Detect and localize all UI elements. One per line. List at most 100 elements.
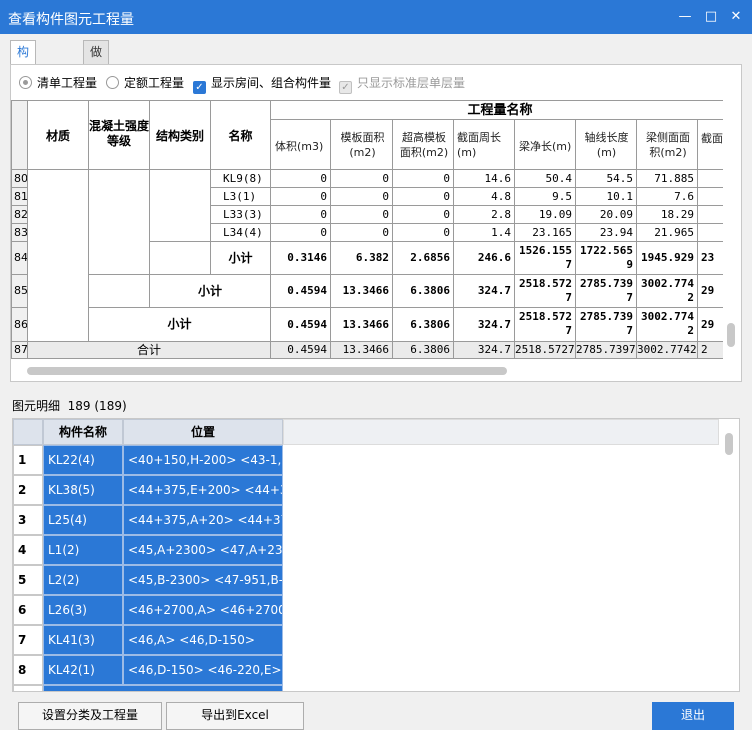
cell-axis-length: 2785.7397 xyxy=(575,307,637,342)
checkbox-checked-icon: ✓ xyxy=(193,81,206,94)
export-excel-button[interactable]: 导出到Excel xyxy=(166,702,304,730)
header-formwork: 模板面积(m2) xyxy=(330,119,393,170)
cell-formwork: 13.3466 xyxy=(330,307,393,342)
detail-header-blank xyxy=(283,419,719,445)
cell-volume: 0.4594 xyxy=(270,341,331,359)
summary-table: 材质 混凝土强度等级 结构类别 名称 工程量名称 体积(m3) 模板面积(m2)… xyxy=(11,100,723,362)
cell-super-formwork: 0 xyxy=(392,205,454,224)
detail-row-name[interactable]: L25(4) xyxy=(43,505,123,535)
cell-super-formwork: 6.3806 xyxy=(392,307,454,342)
cell-perimeter: 324.7 xyxy=(453,274,515,308)
cell-net-length: 23.165 xyxy=(514,223,576,242)
subtotal-label: 小计 xyxy=(149,274,271,308)
detail-row-partial[interactable] xyxy=(43,685,283,691)
cell-net-length: 9.5 xyxy=(514,187,576,206)
cell-net-length: 2518.5727 xyxy=(514,274,576,308)
cell-section-cut xyxy=(697,187,723,206)
cell-net-length: 2518.5727 xyxy=(514,307,576,342)
detail-row-name[interactable]: L1(2) xyxy=(43,535,123,565)
cell-formwork: 13.3466 xyxy=(330,341,393,359)
cell-side-area: 3002.7742 xyxy=(636,274,698,308)
detail-row-name[interactable]: L2(2) xyxy=(43,565,123,595)
detail-row-name[interactable]: KL22(4) xyxy=(43,445,123,475)
cell-super-formwork: 0 xyxy=(392,187,454,206)
cell-side-area: 71.885 xyxy=(636,169,698,188)
row-number: 86 xyxy=(11,307,28,342)
detail-row-number: 1 xyxy=(13,445,43,475)
tab-component-quantity[interactable]: 构件工程量 xyxy=(10,40,37,151)
cell-side-area: 3002.7742 xyxy=(636,307,698,342)
cell-perimeter: 2.8 xyxy=(453,205,515,224)
cell-super-formwork: 6.3806 xyxy=(392,341,454,359)
detail-row-position[interactable]: <44+375,E+200> <44+3... xyxy=(123,475,283,505)
cell-perimeter: 246.6 xyxy=(453,241,515,275)
cell-axis-length: 10.1 xyxy=(575,187,637,206)
detail-row-name[interactable]: KL41(3) xyxy=(43,625,123,655)
detail-vertical-scrollbar[interactable] xyxy=(725,433,733,455)
cell-section-cut xyxy=(697,205,723,224)
close-icon[interactable]: ✕ xyxy=(727,8,745,26)
cell-volume: 0 xyxy=(270,205,331,224)
detail-row-position[interactable]: <40+150,H-200> <43-1,... xyxy=(123,445,283,475)
row-name: L33(3) xyxy=(210,205,271,224)
detail-row-position[interactable]: <46,A> <46,D-150> xyxy=(123,625,283,655)
quantity-panel: 清单工程量 定额工程量 ✓ 显示房间、组合构件量 ✓ 只显示标准层单层量 材质 混凝… xyxy=(10,64,742,382)
check-std-floor[interactable]: ✓ 只显示标准层单层量 xyxy=(339,73,465,94)
radio-list-quantity[interactable]: 清单工程量 xyxy=(19,73,97,93)
cell-section-cut: 29 xyxy=(697,274,723,308)
cell-side-area: 1945.929 xyxy=(636,241,698,275)
detail-label: 图元明细 189 (189) xyxy=(12,399,127,413)
cell-side-area: 7.6 xyxy=(636,187,698,206)
detail-row-position[interactable]: <45,B-2300> <47-951,B-... xyxy=(123,565,283,595)
detail-count: 189 (189) xyxy=(67,399,127,413)
detail-row-position[interactable]: <46,D-150> <46-220,E> xyxy=(123,655,283,685)
tab-method-quantity[interactable]: 做法工程量 xyxy=(83,40,110,151)
cell-side-area: 3002.7742 xyxy=(636,341,698,359)
checkbox-disabled-icon: ✓ xyxy=(339,81,352,94)
concrete-grade-cell xyxy=(88,169,150,275)
maximize-icon[interactable]: □ xyxy=(702,8,720,26)
header-name: 名称 xyxy=(210,100,271,170)
cell-volume: 0 xyxy=(270,187,331,206)
header-net-length: 梁净长(m) xyxy=(514,119,576,170)
cell-super-formwork: 6.3806 xyxy=(392,274,454,308)
row-name: KL9(8) xyxy=(210,169,271,188)
subtotal-label: 小计 xyxy=(88,307,271,342)
detail-row-number: 2 xyxy=(13,475,43,505)
detail-row-position[interactable]: <44+375,A+20> <44+37... xyxy=(123,505,283,535)
header-perimeter: 截面周长(m) xyxy=(453,119,515,170)
vertical-scrollbar[interactable] xyxy=(727,323,735,347)
minimize-icon[interactable]: — xyxy=(676,8,694,26)
exit-button[interactable]: 退出 xyxy=(652,702,734,730)
cell-net-length: 50.4 xyxy=(514,169,576,188)
cell-section-cut xyxy=(697,169,723,188)
detail-row-name[interactable]: KL42(1) xyxy=(43,655,123,685)
settings-button[interactable]: 设置分类及工程量 xyxy=(18,702,162,730)
detail-table: 构件名称 位置 1 KL22(4) <40+150,H-200> <43-1,.… xyxy=(12,418,740,692)
row-number: 80 xyxy=(11,169,28,188)
cell-volume: 0.4594 xyxy=(270,307,331,342)
radio-quota-quantity[interactable]: 定额工程量 xyxy=(106,73,184,93)
row-number: 82 xyxy=(11,205,28,224)
cell-section-cut: 2 xyxy=(697,341,723,359)
title-bar: 查看构件图元工程量 — □ ✕ xyxy=(0,0,752,34)
check-show-rooms[interactable]: ✓ 显示房间、组合构件量 xyxy=(193,73,331,94)
cell-formwork: 0 xyxy=(330,187,393,206)
struct-type-cell xyxy=(149,169,211,242)
horizontal-scrollbar[interactable] xyxy=(27,367,507,375)
detail-header-name: 构件名称 xyxy=(43,419,123,445)
detail-row-position[interactable]: <46+2700,A> <46+2700... xyxy=(123,595,283,625)
header-material: 材质 xyxy=(27,100,89,170)
cell-super-formwork: 0 xyxy=(392,223,454,242)
detail-row-name[interactable]: KL38(5) xyxy=(43,475,123,505)
cell-formwork: 0 xyxy=(330,205,393,224)
cell-net-length: 1526.155 7 xyxy=(514,241,576,275)
detail-row-name[interactable]: L26(3) xyxy=(43,595,123,625)
cell-axis-length: 1722.565 9 xyxy=(575,241,637,275)
detail-row-position[interactable]: <45,A+2300> <47,A+23... xyxy=(123,535,283,565)
cell-perimeter: 4.8 xyxy=(453,187,515,206)
detail-row-number: 6 xyxy=(13,595,43,625)
cell-net-length: 2518.5727 xyxy=(514,341,576,359)
header-axis-length: 轴线长度(m) xyxy=(575,119,637,170)
detail-header-rownum xyxy=(13,419,43,445)
